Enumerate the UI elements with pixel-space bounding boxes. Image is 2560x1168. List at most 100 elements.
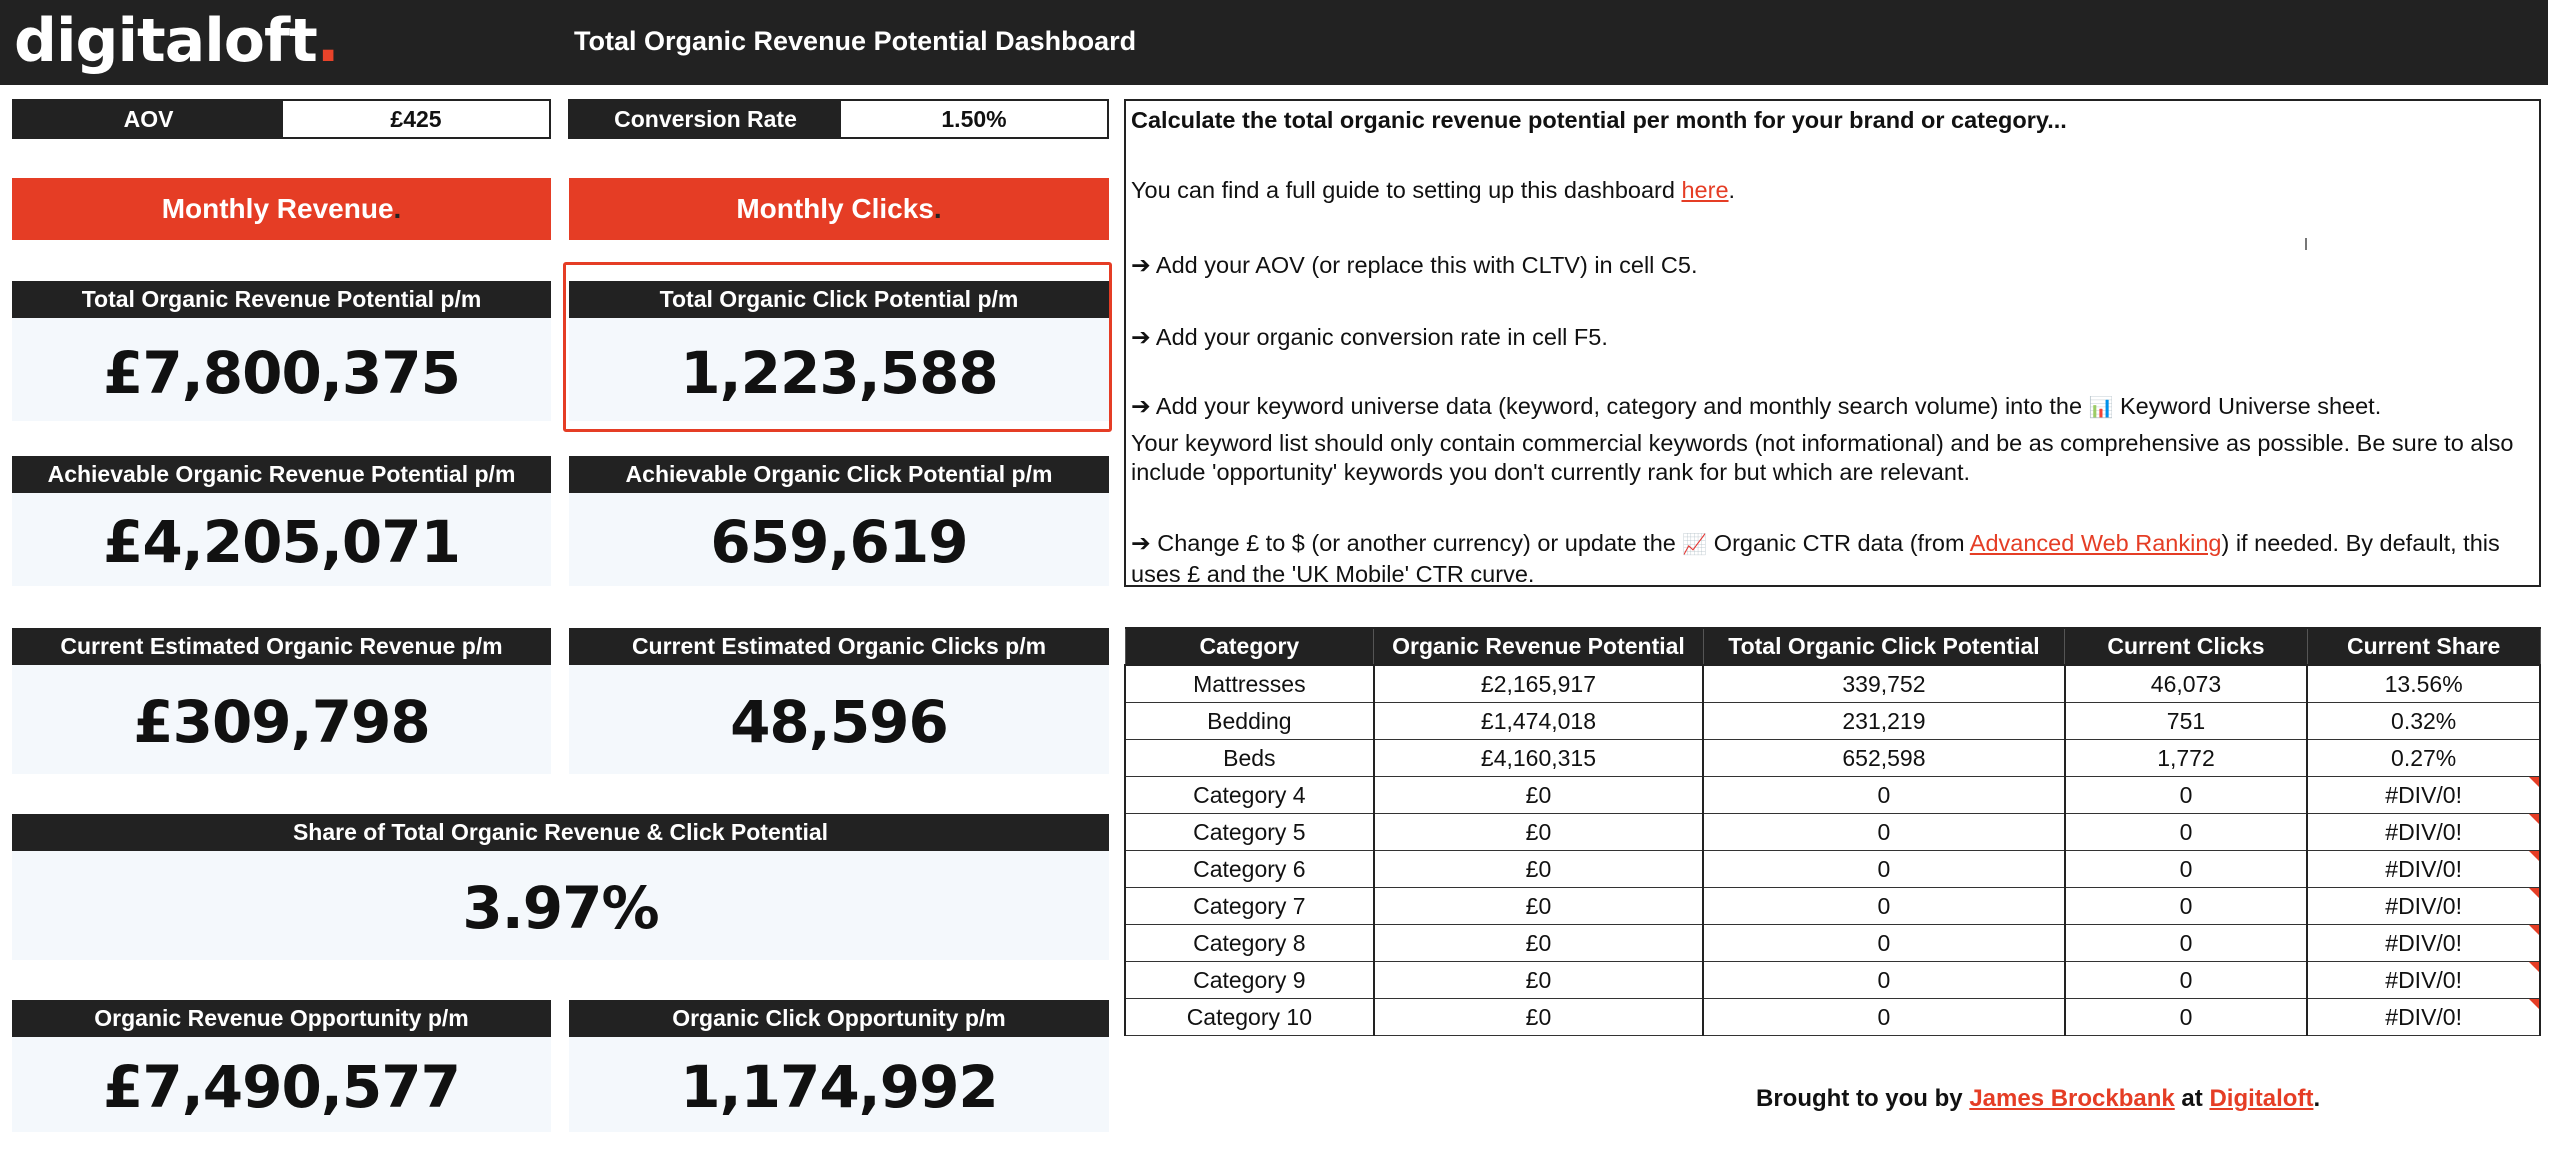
click-potential-cell[interactable]: 652,598 [1702, 738, 2066, 777]
category-cell[interactable]: Bedding [1124, 701, 1375, 740]
click-potential-cell[interactable]: 0 [1702, 997, 2066, 1036]
table-row: Mattresses £2,165,917 339,752 46,073 13.56% [1124, 664, 2541, 703]
current-clicks-cell[interactable]: 0 [2063, 923, 2309, 962]
revenue-potential-cell[interactable]: £0 [1372, 849, 1705, 888]
table-row: Beds £4,160,315 652,598 1,772 0.27% [1124, 738, 2541, 777]
revenue-potential-cell[interactable]: £2,165,917 [1372, 664, 1705, 703]
current-share-cell[interactable]: #DIV/0! [2306, 997, 2541, 1036]
aov-label: AOV [14, 101, 283, 137]
table-row: Category 9 £0 0 0 #DIV/0! [1124, 960, 2541, 999]
card-header: Current Estimated Organic Revenue p/m [12, 628, 551, 665]
revenue-opportunity-value: £7,490,577 [103, 1053, 461, 1121]
card-header: Achievable Organic Click Potential p/m [569, 456, 1109, 493]
step-conversion-rate: ➔ Add your organic conversion rate in ce… [1131, 324, 1608, 350]
click-potential-cell[interactable]: 0 [1702, 886, 2066, 925]
current-clicks-cell[interactable]: 0 [2063, 849, 2309, 888]
current-share-cell[interactable]: #DIV/0! [2306, 849, 2541, 888]
share-value: 3.97% [462, 874, 659, 942]
click-potential-cell[interactable]: 0 [1702, 923, 2066, 962]
table-row: Category 4 £0 0 0 #DIV/0! [1124, 775, 2541, 814]
revenue-potential-cell[interactable]: £4,160,315 [1372, 738, 1705, 777]
dashboard-title: Total Organic Revenue Potential Dashboar… [574, 26, 1137, 56]
category-cell[interactable]: Category 10 [1124, 997, 1375, 1036]
text-cursor [2305, 238, 2307, 250]
revenue-potential-cell[interactable]: £0 [1372, 960, 1705, 999]
current-share-cell[interactable]: #DIV/0! [2306, 923, 2541, 962]
card-header: Current Estimated Organic Clicks p/m [569, 628, 1109, 665]
advanced-web-ranking-link[interactable]: Advanced Web Ranking [1970, 530, 2222, 556]
current-share-cell[interactable]: #DIV/0! [2306, 775, 2541, 814]
error-value: #DIV/0! [2385, 929, 2462, 956]
comment-indicator-icon [2529, 924, 2539, 935]
current-clicks-cell[interactable]: 751 [2063, 701, 2309, 740]
revenue-potential-cell[interactable]: £0 [1372, 923, 1705, 962]
card-header: Total Organic Revenue Potential p/m [12, 281, 551, 318]
step-currency-ctr: ➔ Change £ to $ (or another currency) or… [1131, 530, 2500, 587]
category-cell[interactable]: Category 4 [1124, 775, 1375, 814]
current-share-cell[interactable]: #DIV/0! [2306, 886, 2541, 925]
click-potential-cell[interactable]: 339,752 [1702, 664, 2066, 703]
click-opportunity-value: 1,174,992 [680, 1053, 999, 1121]
revenue-potential-cell[interactable]: £0 [1372, 886, 1705, 925]
achievable-revenue-value: £4,205,071 [103, 508, 461, 576]
category-cell[interactable]: Category 5 [1124, 812, 1375, 851]
category-table: Category Organic Revenue Potential Total… [1124, 627, 2541, 1036]
current-clicks-cell[interactable]: 0 [2063, 960, 2309, 999]
category-cell[interactable]: Category 7 [1124, 886, 1375, 925]
comment-indicator-icon [2529, 813, 2539, 824]
click-potential-cell[interactable]: 0 [1702, 960, 2066, 999]
company-link[interactable]: Digitaloft [2209, 1085, 2313, 1112]
current-clicks-cell[interactable]: 0 [2063, 886, 2309, 925]
revenue-potential-cell[interactable]: £1,474,018 [1372, 701, 1705, 740]
click-potential-cell[interactable]: 0 [1702, 812, 2066, 851]
current-clicks-cell[interactable]: 0 [2063, 997, 2309, 1036]
error-value: #DIV/0! [2385, 1003, 2462, 1030]
aov-input-group: AOV £425 [12, 99, 551, 139]
line-chart-icon: 📈 [1682, 534, 1708, 556]
table-header-row: Category Organic Revenue Potential Total… [1124, 627, 2541, 666]
category-cell[interactable]: Mattresses [1124, 664, 1375, 703]
current-share-cell[interactable]: #DIV/0! [2306, 960, 2541, 999]
table-row: Category 10 £0 0 0 #DIV/0! [1124, 997, 2541, 1036]
col-header-current-share: Current Share [2306, 627, 2541, 666]
category-cell[interactable]: Category 6 [1124, 849, 1375, 888]
card-header: Share of Total Organic Revenue & Click P… [12, 814, 1109, 851]
category-cell[interactable]: Category 9 [1124, 960, 1375, 999]
conversion-rate-value-cell[interactable]: 1.50% [841, 101, 1107, 137]
revenue-potential-cell[interactable]: £0 [1372, 812, 1705, 851]
author-link[interactable]: James Brockbank [1969, 1085, 2174, 1112]
monthly-revenue-button[interactable]: Monthly Revenue. [12, 178, 551, 240]
current-revenue-card: Current Estimated Organic Revenue p/m £3… [12, 628, 551, 774]
current-clicks-cell[interactable]: 46,073 [2063, 664, 2309, 703]
aov-value-cell[interactable]: £425 [283, 101, 549, 137]
achievable-clicks-value: 659,619 [710, 508, 968, 576]
category-cell[interactable]: Category 8 [1124, 923, 1375, 962]
click-potential-cell[interactable]: 0 [1702, 775, 2066, 814]
card-header: Achievable Organic Revenue Potential p/m [12, 456, 551, 493]
category-cell[interactable]: Beds [1124, 738, 1375, 777]
table-row: Category 7 £0 0 0 #DIV/0! [1124, 886, 2541, 925]
achievable-revenue-card: Achievable Organic Revenue Potential p/m… [12, 456, 551, 586]
click-potential-cell[interactable]: 0 [1702, 849, 2066, 888]
click-potential-cell[interactable]: 231,219 [1702, 701, 2066, 740]
current-share-cell[interactable]: 13.56% [2306, 664, 2541, 703]
current-share-cell[interactable]: 0.27% [2306, 738, 2541, 777]
col-header-revenue-potential: Organic Revenue Potential [1373, 627, 1704, 666]
table-row: Category 8 £0 0 0 #DIV/0! [1124, 923, 2541, 962]
digitaloft-logo: digitaloft. [14, 6, 340, 76]
comment-indicator-icon [2529, 998, 2539, 1009]
current-clicks-value: 48,596 [730, 688, 949, 756]
current-share-cell[interactable]: #DIV/0! [2306, 812, 2541, 851]
current-share-cell[interactable]: 0.32% [2306, 701, 2541, 740]
revenue-potential-cell[interactable]: £0 [1372, 997, 1705, 1036]
col-header-click-potential: Total Organic Click Potential [1702, 627, 2066, 666]
share-card: Share of Total Organic Revenue & Click P… [12, 814, 1109, 960]
current-clicks-cell[interactable]: 0 [2063, 812, 2309, 851]
revenue-potential-cell[interactable]: £0 [1372, 775, 1705, 814]
monthly-clicks-button[interactable]: Monthly Clicks. [569, 178, 1109, 240]
col-header-category: Category [1124, 627, 1375, 666]
current-clicks-cell[interactable]: 1,772 [2063, 738, 2309, 777]
current-clicks-cell[interactable]: 0 [2063, 775, 2309, 814]
bar-chart-icon: 📊 [2088, 397, 2114, 419]
guide-link[interactable]: here [1681, 177, 1728, 203]
